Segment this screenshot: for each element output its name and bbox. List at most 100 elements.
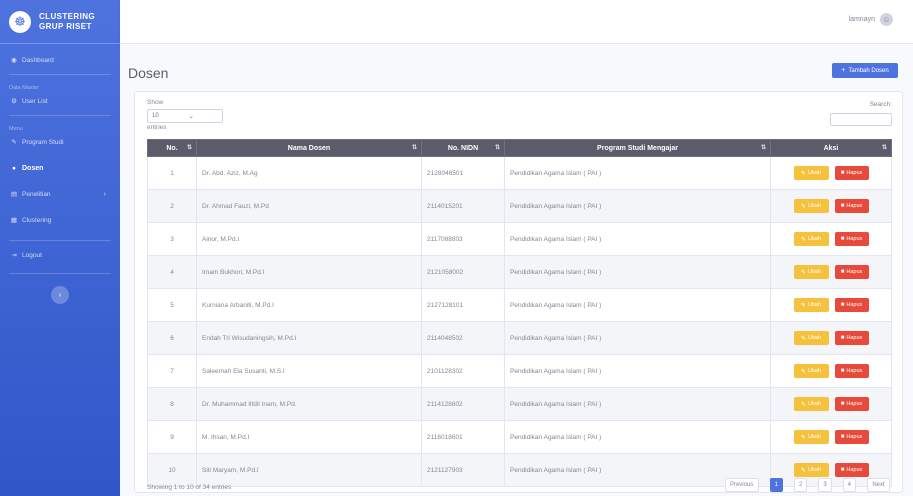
cell-no: 3 [147, 222, 197, 256]
sidebar-item-dashboard[interactable]: ◉ Dashboard [0, 50, 120, 70]
sidebar-heading-master: Data Master [9, 85, 39, 91]
entries-label: entries [147, 124, 167, 131]
user-menu[interactable]: lamnayn ☺ [849, 13, 893, 26]
table-row: 9 M. Ihsan, M.Pd.I 2116018601 Pendidikan… [147, 420, 892, 454]
pagination-page[interactable]: 4 [842, 478, 856, 492]
column-header-prodi[interactable]: Program Studi Mengajar ⇅ [504, 139, 771, 157]
delete-button[interactable]: ■ Hapus [834, 166, 869, 180]
cell-no: 6 [147, 321, 197, 355]
sidebar-toggle-button[interactable]: ‹ [51, 286, 69, 304]
delete-button[interactable]: ■ Hapus [834, 199, 869, 213]
delete-label: Hapus [846, 434, 863, 440]
edit-label: Ubah [807, 302, 822, 308]
edit-label: Ubah [807, 335, 822, 341]
user-tie-icon: ● [12, 164, 16, 172]
delete-label: Hapus [846, 401, 863, 407]
edit-label: Ubah [807, 467, 822, 473]
edit-button[interactable]: ✎ Ubah [793, 463, 829, 477]
chart-icon: ▦ [10, 217, 18, 224]
delete-button[interactable]: ■ Hapus [834, 232, 869, 246]
table-row: 2 Dr. Ahmad Fauzi, M.Pd 2114015201 Pendi… [147, 189, 892, 223]
column-header-label: No. NIDN [447, 144, 479, 152]
table-row: 1 Dr. Abd. Aziz, M.Ag 2128046501 Pendidi… [147, 156, 892, 190]
column-header-nama[interactable]: Nama Dosen ⇅ [196, 139, 422, 157]
search-label: Search: [869, 101, 892, 108]
delete-button[interactable]: ■ Hapus [834, 298, 869, 312]
dosen-table: No. ⇅ Nama Dosen ⇅ No. NIDN ⇅ Program Studi… [147, 139, 892, 487]
sidebar-item-logout[interactable]: ⇥ Logout [0, 245, 120, 265]
cell-nama: Saleemah Ela Susanti, M.S.I [196, 354, 422, 388]
table-row: 7 Saleemah Ela Susanti, M.S.I 2101128302… [147, 354, 892, 388]
entries-select[interactable]: 10 ⌄ [147, 109, 223, 123]
edit-label: Ubah [807, 236, 822, 242]
delete-button[interactable]: ■ Hapus [834, 430, 869, 444]
column-header-nidn[interactable]: No. NIDN ⇅ [421, 139, 505, 157]
edit-button[interactable]: ✎ Ubah [793, 331, 829, 345]
user-plus-icon: + [841, 67, 846, 74]
add-dosen-button[interactable]: + Tambah Dosen [832, 63, 898, 78]
edit-icon: ✎ [800, 236, 806, 243]
add-dosen-label: Tambah Dosen [848, 67, 889, 74]
sidebar-item-program-studi[interactable]: ✎ Program Studi [0, 132, 120, 152]
delete-label: Hapus [846, 467, 863, 473]
sort-icon: ⇅ [881, 145, 887, 151]
delete-button[interactable]: ■ Hapus [834, 397, 869, 411]
edit-icon: ✎ [800, 203, 806, 210]
column-header-no[interactable]: No. ⇅ [147, 139, 197, 157]
edit-button[interactable]: ✎ Ubah [793, 166, 829, 180]
pagination-previous[interactable]: Previous [724, 478, 759, 492]
cell-nama: Kurniana Arbaniti, M.Pd.I [196, 288, 422, 322]
edit-button[interactable]: ✎ Ubah [793, 430, 829, 444]
edit-button[interactable]: ✎ Ubah [793, 397, 829, 411]
edit-button[interactable]: ✎ Ubah [793, 265, 829, 279]
cell-nidn: 2101128302 [421, 354, 505, 388]
divider [9, 273, 111, 274]
sidebar-item-penelitian[interactable]: ▤ Penelitian › [0, 184, 120, 204]
edit-button[interactable]: ✎ Ubah [793, 298, 829, 312]
search-input[interactable] [830, 113, 892, 126]
pagination-page[interactable]: 3 [818, 478, 832, 492]
cell-no: 10 [147, 453, 197, 487]
sidebar-item-label: Program Studi [22, 138, 64, 146]
edit-icon: ✎ [800, 401, 806, 408]
delete-label: Hapus [846, 368, 863, 374]
edit-button[interactable]: ✎ Ubah [793, 199, 829, 213]
column-header-aksi[interactable]: Aksi ⇅ [770, 139, 892, 157]
sidebar-item-label: Logout [22, 251, 42, 259]
table-row: 4 Imam Bukhori, M.Pd.I 2121058002 Pendid… [147, 255, 892, 289]
sidebar: ☸ CLUSTERING GRUP RISET ◉ Dashboard Data… [0, 0, 120, 496]
delete-label: Hapus [846, 203, 863, 209]
trash-icon: ■ [840, 401, 845, 407]
trash-icon: ■ [840, 434, 845, 440]
cell-no: 1 [147, 156, 197, 190]
sidebar-item-clustering[interactable]: ▦ Clustering [0, 210, 120, 230]
edit-label: Ubah [807, 434, 822, 440]
delete-label: Hapus [846, 335, 863, 341]
cell-prodi: Pendidikan Agama Islam ( PAI ) [504, 156, 771, 190]
sort-icon: ⇅ [760, 145, 766, 151]
username: lamnayn [848, 16, 875, 23]
delete-button[interactable]: ■ Hapus [834, 364, 869, 378]
pagination-page[interactable]: 1 [769, 478, 783, 492]
sidebar-item-dosen[interactable]: ● Dosen [0, 158, 120, 178]
column-header-label: Program Studi Mengajar [597, 144, 678, 152]
brand[interactable]: ☸ CLUSTERING GRUP RISET [0, 0, 120, 44]
trash-icon: ■ [840, 269, 845, 275]
graduation-cap-icon: ✎ [11, 139, 17, 146]
pagination-next[interactable]: Next [867, 478, 890, 492]
delete-button[interactable]: ■ Hapus [834, 331, 869, 345]
cell-prodi: Pendidikan Agama Islam ( PAI ) [504, 420, 771, 454]
table-info: Showing 1 to 10 of 34 entries [147, 484, 232, 491]
sidebar-heading-menu: Menu [9, 126, 23, 132]
brain-logo-icon: ☸ [9, 10, 31, 33]
delete-button[interactable]: ■ Hapus [834, 265, 869, 279]
cell-aksi: ✎ Ubah ■ Hapus [770, 222, 892, 256]
cell-prodi: Pendidikan Agama Islam ( PAI ) [504, 189, 771, 223]
edit-button[interactable]: ✎ Ubah [793, 232, 829, 246]
pagination-page[interactable]: 2 [793, 478, 808, 492]
cell-nidn: 2128046501 [421, 156, 505, 190]
cell-nama: Endah Tri Wisudaningsih, M.Pd.I [196, 321, 422, 355]
edit-button[interactable]: ✎ Ubah [793, 364, 829, 378]
delete-button[interactable]: ■ Hapus [834, 463, 869, 477]
sidebar-item-user-list[interactable]: ⚙ User List [0, 91, 120, 111]
